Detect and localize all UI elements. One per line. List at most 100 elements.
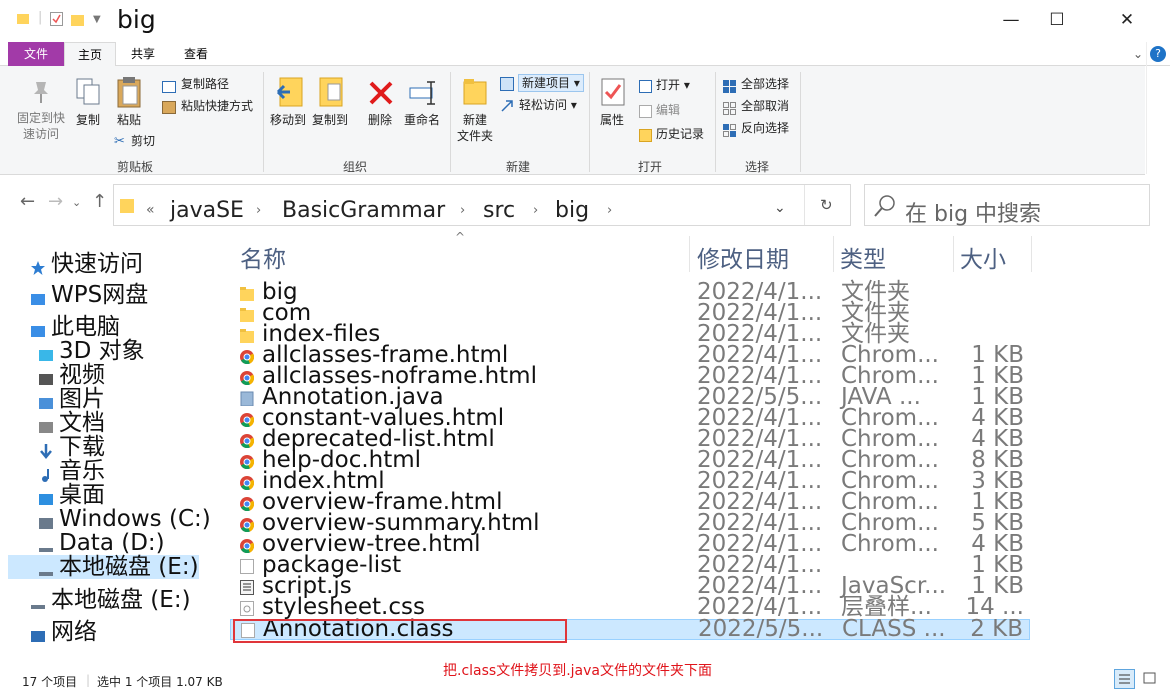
search-input[interactable]: 在 big 中搜索 (905, 196, 1041, 228)
tab-home[interactable]: 主页 (64, 42, 116, 67)
edit-button[interactable]: 编辑 (656, 102, 680, 118)
properties-qa-icon[interactable] (50, 12, 63, 30)
breadcrumb-separator-icon[interactable]: › (533, 203, 538, 218)
invert-selection-button[interactable]: 反向选择 (741, 120, 789, 136)
pin-icon[interactable] (30, 80, 52, 108)
chrome-icon (240, 370, 255, 386)
nav-item[interactable]: Windows (C:) (38, 507, 211, 531)
nav-item[interactable]: 视频 (38, 363, 105, 387)
nav-item[interactable]: 此电脑 (30, 315, 120, 339)
nav-item[interactable]: 本地磁盘 (E:) (30, 588, 191, 612)
address-bar[interactable]: « javaSE › BasicGrammar › src › big › ⌄ … (113, 184, 851, 226)
select-all-icon (723, 78, 736, 97)
refresh-icon[interactable]: ↻ (820, 196, 833, 214)
column-headers: ^ 名称 修改日期 类型 大小 (230, 230, 1032, 274)
recent-locations-icon[interactable]: ⌄ (72, 196, 81, 209)
nav-item[interactable]: 3D 对象 (38, 339, 145, 363)
column-size[interactable]: 大小 (960, 240, 1006, 274)
new-folder-qa-icon[interactable] (71, 12, 84, 30)
back-arrow-icon[interactable]: ← (20, 191, 35, 212)
search-icon (873, 194, 897, 222)
breadcrumb-separator-icon[interactable]: › (256, 203, 261, 218)
minimize-button[interactable]: — (988, 6, 1034, 34)
new-folder-button[interactable]: 新建 文件夹 (454, 112, 496, 144)
address-dropdown-icon[interactable]: ⌄ (774, 200, 786, 216)
maximize-button[interactable]: ☐ (1034, 6, 1080, 34)
details-view-icon[interactable] (1114, 669, 1135, 689)
delete-icon (368, 80, 394, 110)
select-none-button[interactable]: 全部取消 (741, 98, 789, 114)
cube-icon (38, 344, 55, 361)
tab-file[interactable]: 文件 (8, 42, 64, 66)
nav-item[interactable]: 快速访问 (30, 252, 143, 276)
breadcrumb-separator-icon[interactable]: › (460, 203, 465, 218)
cut-button[interactable]: 剪切 (131, 133, 155, 149)
qa-dropdown-icon[interactable]: ▼ (93, 14, 101, 25)
pin-label-2: 速访问 (22, 127, 59, 141)
nav-item[interactable]: Data (D:) (38, 531, 165, 555)
move-to-button[interactable]: 移动到 (268, 112, 308, 128)
chrome-icon (240, 433, 255, 449)
navigation-pane: 快速访问 WPS网盘此电脑 3D 对象 视频 图片 文档 下载 音乐 桌面 Windows (C:… (0, 236, 230, 666)
copy-icon (76, 78, 100, 110)
properties-button[interactable]: 属性 (596, 112, 628, 128)
address-row: ← → ⌄ ↑ « javaSE › BasicGrammar › src › … (0, 176, 1170, 234)
column-divider[interactable] (953, 236, 954, 272)
breadcrumb-overflow[interactable]: « (146, 202, 155, 218)
ribbon-divider (715, 72, 716, 172)
close-button[interactable]: ✕ (1104, 6, 1150, 34)
column-divider[interactable] (689, 236, 690, 272)
breadcrumb-basicgrammar[interactable]: BasicGrammar (282, 198, 445, 223)
nav-item[interactable]: 下载 (38, 435, 105, 459)
rename-button[interactable]: 重命名 (402, 112, 442, 128)
easy-access-button[interactable]: 轻松访问 ▾ (519, 97, 577, 113)
rename-icon (409, 80, 437, 110)
column-type[interactable]: 类型 (840, 240, 886, 274)
column-name[interactable]: 名称 (240, 240, 286, 274)
file-row[interactable]: big 2022/4/1... 文件夹 (230, 280, 1030, 304)
cloud-icon (30, 288, 47, 305)
breadcrumb-src[interactable]: src (483, 198, 515, 223)
download-icon (38, 440, 55, 459)
select-none-icon (723, 100, 736, 119)
large-icons-view-icon[interactable] (1140, 669, 1161, 689)
copy-path-button[interactable]: 复制路径 (181, 76, 229, 92)
blank-file-icon (240, 559, 254, 574)
nav-item[interactable]: 音乐 (38, 459, 105, 483)
breadcrumb-big[interactable]: big (555, 198, 589, 223)
nav-item[interactable]: 图片 (38, 387, 105, 411)
column-divider[interactable] (833, 236, 834, 272)
computer-icon (30, 320, 47, 337)
copy-to-button[interactable]: 复制到 (310, 112, 350, 128)
breadcrumb-javase[interactable]: javaSE (170, 198, 244, 223)
forward-arrow-icon[interactable]: → (48, 191, 63, 212)
nav-item-label: Windows (C:) (59, 506, 211, 532)
nav-item[interactable]: WPS网盘 (30, 283, 148, 307)
paste-shortcut-button[interactable]: 粘贴快捷方式 (181, 98, 253, 114)
nav-item[interactable]: 文档 (38, 411, 105, 435)
history-button[interactable]: 历史记录 (656, 126, 704, 142)
scissors-icon: ✂ (114, 134, 125, 149)
breadcrumb-separator-icon[interactable]: › (607, 203, 612, 218)
copy-button[interactable]: 复制 (72, 112, 104, 128)
ribbon-divider (589, 72, 590, 172)
delete-button[interactable]: 删除 (364, 112, 396, 128)
new-item-button[interactable]: 新建项目 ▾ (518, 74, 584, 92)
column-date[interactable]: 修改日期 (697, 240, 789, 274)
open-button[interactable]: 打开 ▾ (656, 77, 690, 93)
copy-to-icon (318, 76, 346, 112)
select-all-button[interactable]: 全部选择 (741, 76, 789, 92)
file-type: CLASS ... (842, 616, 946, 642)
tab-share[interactable]: 共享 (120, 42, 166, 66)
ribbon-scrollbar[interactable] (1146, 42, 1170, 174)
nav-item[interactable]: 网络 (30, 620, 97, 644)
pin-quick-access-button[interactable]: 固定到快 速访问 (14, 110, 68, 142)
paste-button[interactable]: 粘贴 (112, 112, 146, 128)
search-box[interactable]: 在 big 中搜索 (864, 184, 1150, 228)
nav-item[interactable]: 桌面 (38, 483, 105, 507)
column-divider[interactable] (1031, 236, 1032, 272)
ribbon-collapse-icon[interactable]: ⌄ (1130, 42, 1146, 66)
tab-view[interactable]: 查看 (172, 42, 220, 66)
up-arrow-icon[interactable]: ↑ (92, 191, 107, 212)
nav-item[interactable]: 本地磁盘 (E:) (8, 555, 199, 579)
